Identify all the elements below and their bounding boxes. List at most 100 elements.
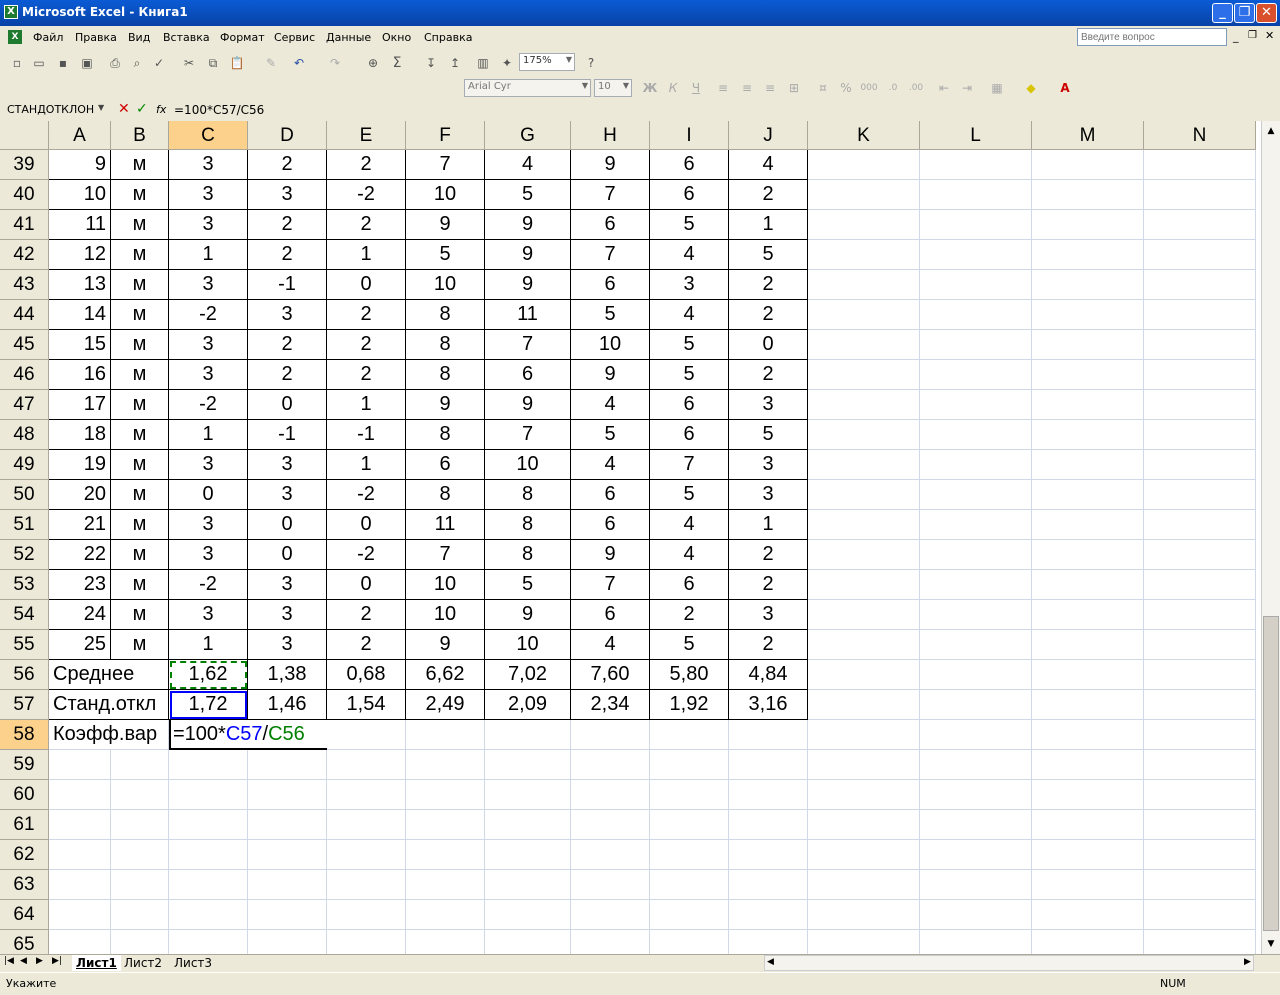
table-cell[interactable]: 12 [49,240,111,270]
table-cell[interactable] [920,630,1032,660]
column-header-h[interactable]: H [571,121,650,150]
table-cell[interactable]: 2 [650,600,729,630]
table-cell[interactable] [1144,840,1256,870]
table-cell[interactable] [571,930,650,954]
table-cell[interactable]: 11 [49,210,111,240]
table-cell[interactable]: 4 [650,510,729,540]
table-cell[interactable] [1144,420,1256,450]
table-cell[interactable] [1144,810,1256,840]
table-cell[interactable]: -2 [169,390,248,420]
menu-tools[interactable]: Сервис [274,31,315,44]
format-painter-icon[interactable]: ✎ [262,54,280,72]
table-cell[interactable]: -1 [248,270,327,300]
table-cell[interactable]: 2 [248,240,327,270]
table-cell[interactable] [808,420,920,450]
table-cell[interactable] [920,900,1032,930]
scroll-up-icon[interactable]: ▲ [1263,123,1279,139]
borders-icon[interactable]: ▦ [988,79,1006,97]
decrease-decimal-icon[interactable]: .00 [907,79,925,97]
table-cell[interactable] [920,750,1032,780]
row-header[interactable]: 65 [0,930,49,954]
table-cell[interactable] [920,270,1032,300]
table-cell[interactable] [920,600,1032,630]
table-cell[interactable] [808,150,920,180]
table-cell[interactable]: 18 [49,420,111,450]
table-cell[interactable]: м [111,300,169,330]
table-cell[interactable] [406,870,485,900]
table-cell[interactable]: 5 [485,180,571,210]
table-cell[interactable] [920,330,1032,360]
sort-ascending-icon[interactable]: ↧ [422,54,440,72]
table-cell[interactable] [808,870,920,900]
table-cell[interactable]: 7 [406,150,485,180]
decrease-indent-icon[interactable]: ⇤ [935,79,953,97]
table-cell[interactable] [406,810,485,840]
table-cell[interactable]: 2 [729,270,808,300]
row-header[interactable]: 56 [0,660,49,690]
column-header-i[interactable]: I [650,121,729,150]
print-icon[interactable]: ⎙ [106,54,124,72]
row-header[interactable]: 57 [0,690,49,720]
table-cell[interactable] [920,480,1032,510]
cut-icon[interactable]: ✂ [180,54,198,72]
help-icon[interactable]: ? [582,54,600,72]
column-header-m[interactable]: M [1032,121,1144,150]
table-cell[interactable]: 1 [327,240,406,270]
row-header[interactable]: 51 [0,510,49,540]
table-cell[interactable]: -1 [327,420,406,450]
table-cell[interactable] [1144,600,1256,630]
table-cell[interactable]: 2 [327,360,406,390]
table-cell[interactable]: 7,60 [571,660,650,690]
table-cell[interactable] [729,870,808,900]
row-header[interactable]: 40 [0,180,49,210]
table-cell[interactable]: 2 [327,600,406,630]
row-header[interactable]: 44 [0,300,49,330]
table-cell[interactable] [920,780,1032,810]
table-cell[interactable]: 4 [571,630,650,660]
table-cell[interactable] [248,750,327,780]
table-cell[interactable] [1144,210,1256,240]
table-cell[interactable]: м [111,420,169,450]
table-cell[interactable] [808,570,920,600]
table-cell[interactable]: 2 [248,210,327,240]
table-cell[interactable] [1032,540,1144,570]
column-header-j[interactable]: J [729,121,808,150]
insert-function-icon[interactable]: fx [156,103,166,116]
table-cell[interactable] [327,810,406,840]
table-cell[interactable]: 0 [248,540,327,570]
row-label[interactable]: Среднее [49,660,169,690]
table-cell[interactable]: 10 [406,600,485,630]
table-cell[interactable] [808,900,920,930]
enter-icon[interactable]: ✓ [136,101,148,117]
paste-icon[interactable]: 📋 [228,54,246,72]
table-cell[interactable] [808,720,920,750]
autosum-icon[interactable]: Σ [388,54,406,72]
table-cell[interactable] [169,840,248,870]
table-cell[interactable] [650,900,729,930]
table-cell[interactable]: 2,49 [406,690,485,720]
row-header[interactable]: 43 [0,270,49,300]
table-cell[interactable]: 6 [650,420,729,450]
table-cell[interactable] [808,180,920,210]
table-cell[interactable]: 9 [485,600,571,630]
table-cell[interactable] [327,930,406,954]
table-cell[interactable]: 2 [729,630,808,660]
table-cell[interactable]: 6 [571,210,650,240]
table-cell[interactable] [920,810,1032,840]
table-cell[interactable] [1032,840,1144,870]
table-cell[interactable]: м [111,480,169,510]
chevron-down-icon[interactable]: ▼ [98,103,104,112]
table-cell[interactable] [1144,390,1256,420]
table-cell[interactable] [808,930,920,954]
table-cell[interactable]: м [111,600,169,630]
table-cell[interactable] [808,240,920,270]
table-cell[interactable] [808,810,920,840]
tab-sheet2[interactable]: Лист2 [120,955,166,971]
table-cell[interactable] [808,630,920,660]
table-cell[interactable]: 0 [729,330,808,360]
table-cell[interactable]: 3 [169,180,248,210]
table-cell[interactable]: 0 [169,480,248,510]
fill-color-icon[interactable]: ◆ [1022,79,1040,97]
table-cell[interactable]: 3 [169,540,248,570]
percent-icon[interactable]: % [837,79,855,97]
